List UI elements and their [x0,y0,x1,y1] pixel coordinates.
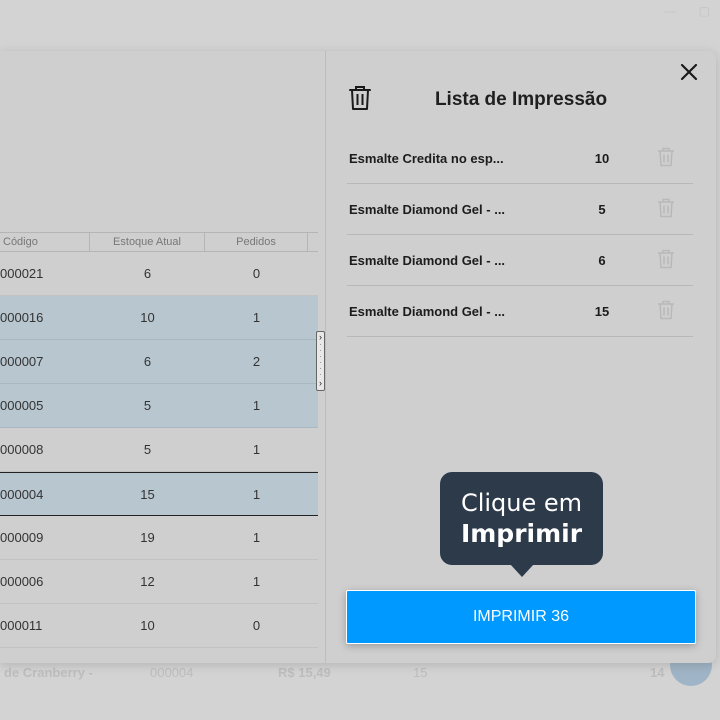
cell-stock: 5 [143,442,152,457]
cell-orders: 1 [252,442,261,457]
table-row[interactable]: 000007 6 2 [0,340,318,384]
maximize-icon[interactable]: ▢ [699,4,710,18]
bg-row-name: de Cranberry - [4,664,93,680]
cell-code: 000008 [0,442,44,457]
table-row[interactable]: 000016 10 1 [0,296,318,340]
cell-stock: 5 [143,398,152,413]
list-item: Esmalte Diamond Gel - ... 6 [347,235,693,286]
item-quantity: 6 [598,253,606,268]
item-quantity: 15 [594,304,610,319]
trash-icon[interactable] [657,300,675,320]
tooltip-line2: Imprimir [460,519,583,548]
cell-code: 000021 [0,266,44,281]
table-row-focused[interactable]: 000004 15 1 [0,472,318,516]
product-table: Código Estoque Atual Pedidos 000021 6 0 … [0,232,318,648]
header-stock[interactable]: Estoque Atual [90,233,205,251]
item-quantity: 5 [598,202,606,217]
header-code[interactable]: Código [0,233,90,251]
print-button[interactable]: IMPRIMIR 36 [346,590,696,644]
panel-title: Lista de Impressão [434,89,608,110]
cell-code: 000006 [0,574,44,589]
cell-stock: 10 [140,618,155,633]
trash-icon[interactable] [657,249,675,269]
table-row[interactable]: 000009 19 1 [0,516,318,560]
close-icon[interactable] [678,61,700,83]
cell-orders: 1 [252,574,261,589]
cell-orders: 1 [252,310,261,325]
item-name: Esmalte Diamond Gel - ... [349,304,506,319]
chevron-right-icon: › [319,378,322,388]
cell-orders: 2 [252,354,261,369]
cell-stock: 19 [140,530,155,545]
bg-row-code: 000004 [150,664,194,680]
trash-icon[interactable] [657,198,675,218]
bg-row-price: R$ 15,49 [278,664,331,680]
item-name: Esmalte Credita no esp... [349,151,504,166]
cell-code: 000007 [0,354,44,369]
header-orders[interactable]: Pedidos [205,233,308,251]
table-row[interactable]: 000021 6 0 [0,252,318,296]
background-table-row: de Cranberry - 000004 R$ 15,49 15 14 [0,660,720,684]
panel-splitter-handle[interactable]: › · · · · · · › [316,331,325,391]
table-row[interactable]: 000005 5 1 [0,384,318,428]
product-table-panel: Código Estoque Atual Pedidos 000021 6 0 … [0,51,326,663]
bg-row-extra: 14 [650,664,665,680]
item-quantity: 10 [594,151,610,166]
list-item: Esmalte Diamond Gel - ... 15 [347,286,693,337]
table-row[interactable]: 000011 10 0 [0,604,318,648]
cell-orders: 1 [252,487,261,502]
window-controls: — ▢ [665,4,710,18]
print-list: Esmalte Credita no esp... 10 Esmalte Dia… [347,133,693,337]
cell-stock: 12 [140,574,155,589]
table-header: Código Estoque Atual Pedidos [0,232,318,252]
cell-stock: 6 [143,354,152,369]
cell-orders: 0 [252,618,261,633]
list-item: Esmalte Diamond Gel - ... 5 [347,184,693,235]
trash-icon[interactable] [657,147,675,167]
tooltip-line1: Clique em [460,489,583,517]
cell-stock: 6 [143,266,152,281]
minimize-icon[interactable]: — [665,4,677,18]
table-row[interactable]: 000008 5 1 [0,428,318,472]
bg-row-stock: 15 [413,664,428,680]
list-item: Esmalte Credita no esp... 10 [347,133,693,184]
cell-code: 000016 [0,310,44,325]
drag-dots-icon: · · · · · · [319,340,322,379]
cell-stock: 15 [140,487,155,502]
cell-orders: 0 [252,266,261,281]
clear-list-trash-icon[interactable] [348,85,372,111]
cell-code: 000004 [0,487,44,502]
cell-orders: 1 [252,398,261,413]
tutorial-tooltip: Clique em Imprimir [440,472,603,577]
item-name: Esmalte Diamond Gel - ... [349,202,506,217]
cell-code: 000005 [0,398,44,413]
cell-orders: 1 [252,530,261,545]
item-name: Esmalte Diamond Gel - ... [349,253,506,268]
cell-code: 000009 [0,530,44,545]
table-row[interactable]: 000006 12 1 [0,560,318,604]
cell-code: 000011 [0,618,43,633]
print-list-modal: Código Estoque Atual Pedidos 000021 6 0 … [0,51,716,663]
cell-stock: 10 [140,310,155,325]
